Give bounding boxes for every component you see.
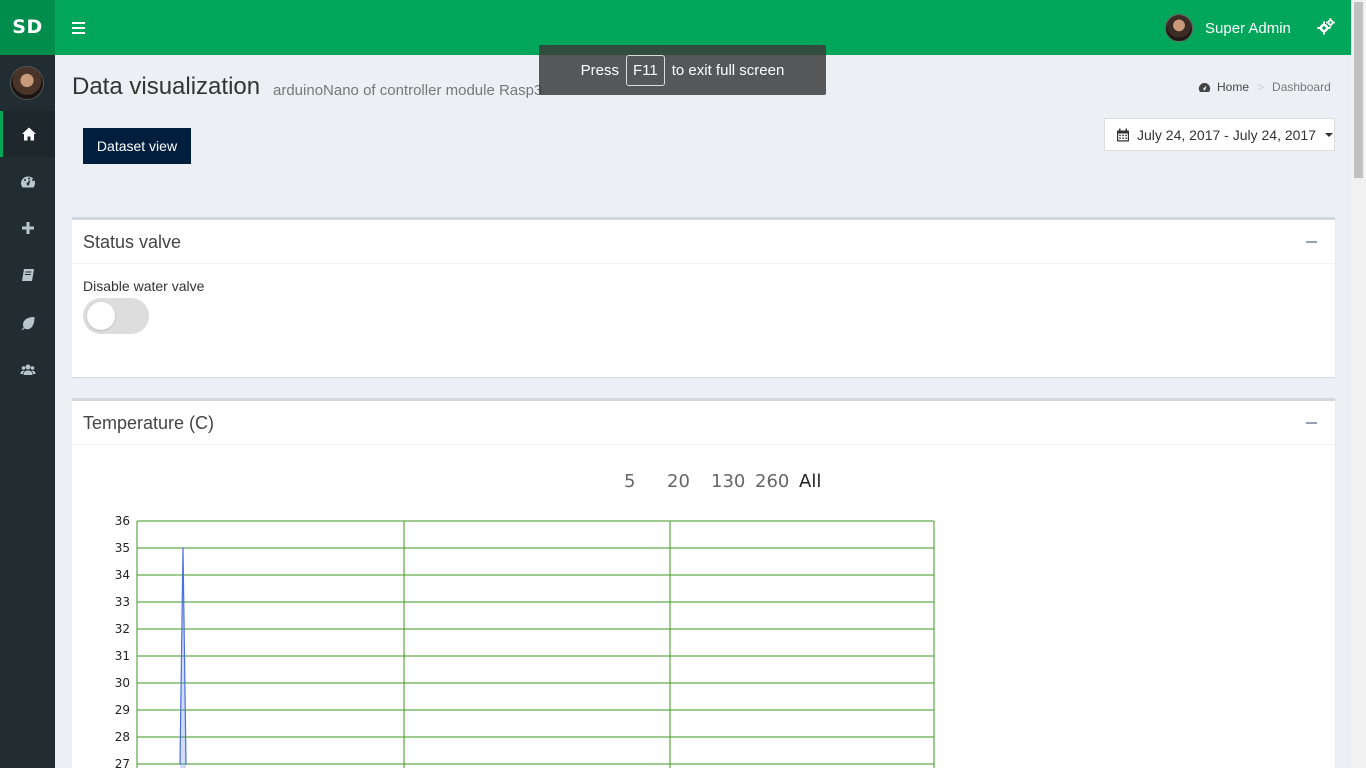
chart-y-tick-label: 34 [115, 568, 130, 582]
fullscreen-key: F11 [626, 54, 665, 86]
breadcrumb: Home > Dashboard [1198, 80, 1331, 94]
page-title: Data visualization [72, 73, 261, 100]
dashboard-icon [20, 176, 35, 188]
book-icon [21, 269, 34, 281]
date-range-picker[interactable]: July 24, 2017 - July 24, 2017 [1104, 118, 1335, 151]
sidebar-item-plants[interactable] [0, 300, 55, 346]
sidebar-item-home[interactable] [0, 111, 55, 157]
sidebar-user-avatar [10, 66, 44, 100]
status-valve-header: Status valve [72, 220, 1335, 264]
sidebar [0, 55, 55, 768]
page-subtitle: arduinoNano of controller module Rasp3 [273, 82, 543, 99]
toggle-knob [87, 302, 115, 330]
status-valve-box: Status valve Disable water valve [72, 217, 1335, 377]
chart-data-point [182, 547, 184, 549]
chart-y-tick-label: 29 [115, 703, 130, 717]
status-valve-body: Disable water valve [72, 264, 1335, 376]
fullscreen-notice-prefix: Press [580, 61, 620, 79]
temperature-body: 5 20 130 260 All 36 35 34 33 32 31 30 29 28 27 [72, 445, 1335, 768]
minus-icon [1306, 422, 1317, 424]
plus-icon [21, 222, 34, 234]
dataset-view-button[interactable]: Dataset view [83, 128, 191, 164]
scrollbar-thumb[interactable] [1354, 2, 1363, 178]
temperature-collapse-button[interactable] [1306, 418, 1317, 428]
chart-y-tick-label: 28 [115, 730, 130, 744]
breadcrumb-separator: > [1257, 80, 1265, 94]
calendar-icon [1117, 128, 1129, 141]
date-range-value: July 24, 2017 - July 24, 2017 [1137, 126, 1317, 143]
chart-y-tick-label: 36 [115, 514, 130, 528]
settings-gears-icon[interactable] [1316, 17, 1336, 37]
sidebar-item-users[interactable] [0, 347, 55, 393]
chart-data-point [179, 763, 181, 765]
chart-y-tick-label: 32 [115, 622, 130, 636]
temperature-box: Temperature (C) 5 20 130 260 All 36 35 34 3… [72, 398, 1335, 768]
breadcrumb-current: Dashboard [1272, 80, 1331, 94]
user-name: Super Admin [1205, 19, 1291, 37]
sidebar-toggle-button[interactable] [65, 17, 91, 39]
leaf-icon [21, 317, 34, 331]
fullscreen-notice-suffix: to exit full screen [671, 61, 785, 79]
temperature-title: Temperature (C) [83, 413, 215, 433]
caret-down-icon [1325, 132, 1334, 137]
water-valve-toggle-label: Disable water valve [83, 278, 205, 294]
app-logo[interactable]: SD [0, 0, 55, 55]
fullscreen-notice: Press F11 to exit full screen [539, 45, 826, 95]
breadcrumb-home[interactable]: Home [1198, 80, 1249, 94]
chart-data-point [185, 763, 187, 765]
water-valve-toggle[interactable] [83, 298, 149, 334]
temperature-header: Temperature (C) [72, 401, 1335, 445]
chart-y-tick-label: 27 [115, 757, 130, 768]
minus-icon [1306, 241, 1317, 243]
user-menu[interactable]: Super Admin [1165, 13, 1291, 43]
chart-y-tick-label: 33 [115, 595, 130, 609]
user-avatar [1165, 14, 1193, 42]
chart-y-tick-label: 30 [115, 676, 130, 690]
status-valve-collapse-button[interactable] [1306, 237, 1317, 247]
home-icon [22, 127, 36, 141]
temperature-chart[interactable]: 36 35 34 33 32 31 30 29 28 27 [72, 445, 1335, 768]
chart-y-tick-label: 35 [115, 541, 130, 555]
page-scrollbar[interactable] [1351, 0, 1366, 768]
status-valve-title: Status valve [83, 232, 182, 252]
breadcrumb-home-label: Home [1217, 80, 1250, 94]
users-icon [20, 364, 35, 375]
dashboard-icon [1198, 82, 1211, 92]
sidebar-item-docs[interactable] [0, 252, 55, 298]
chart-y-tick-label: 31 [115, 649, 130, 663]
sidebar-item-dashboard[interactable] [0, 159, 55, 205]
sidebar-item-add[interactable] [0, 205, 55, 251]
